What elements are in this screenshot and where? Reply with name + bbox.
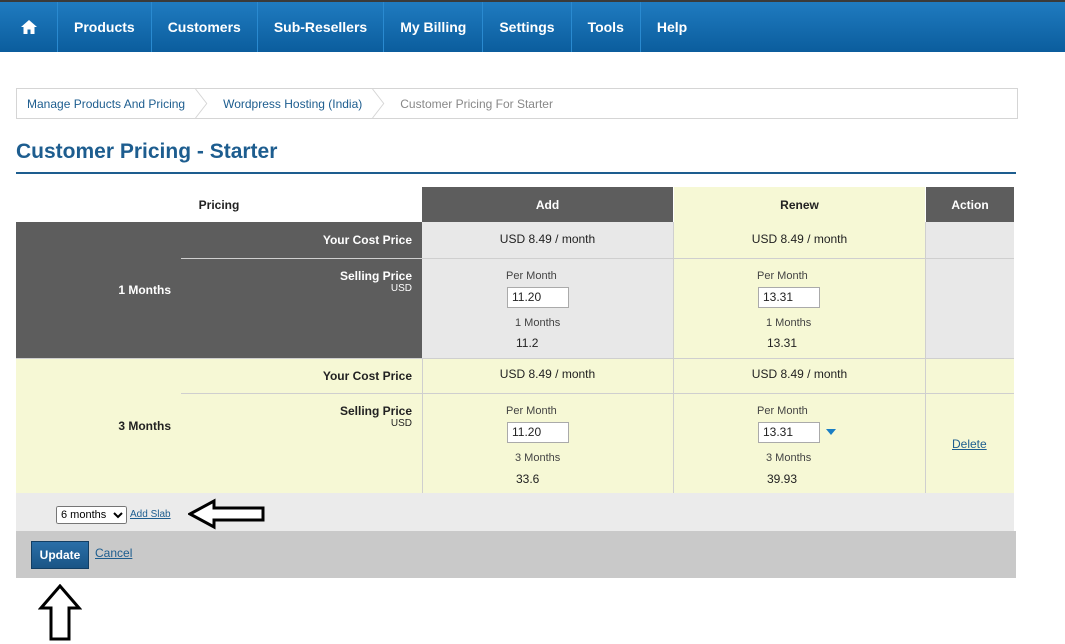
renew-price-field[interactable]: 13.31 (758, 422, 820, 443)
arrow-up-icon (38, 584, 82, 641)
period-label: 3 Months (118, 418, 171, 433)
row-divider (181, 393, 1014, 394)
header-add: Add (422, 187, 673, 222)
nav-products[interactable]: Products (58, 2, 152, 52)
renew-price-field[interactable]: 13.31 (758, 287, 820, 308)
row-divider (181, 258, 1014, 259)
form-actions: Update Cancel (16, 531, 1016, 578)
breadcrumb-separator-icon (195, 89, 208, 118)
renew-price-input[interactable]: 13.31 (758, 422, 820, 443)
breadcrumb: Manage Products And Pricing Wordpress Ho… (16, 88, 1018, 119)
header-pricing: Pricing (198, 197, 240, 212)
add-cost-price: USD 8.49 / month (499, 367, 596, 381)
add-total: 11.2 (516, 336, 539, 350)
cost-price-label: Your Cost Price (322, 369, 412, 383)
breadcrumb-current: Customer Pricing For Starter (400, 96, 553, 111)
nav-settings[interactable]: Settings (483, 2, 572, 52)
renew-cost-price: USD 8.49 / month (751, 367, 848, 381)
add-duration-label: 3 Months (515, 452, 561, 464)
period-label: 1 Months (118, 283, 171, 297)
column-divider (925, 222, 926, 358)
breadcrumb-item[interactable]: Wordpress Hosting (India) (213, 89, 362, 118)
add-duration-label: 1 Months (515, 317, 561, 329)
cancel-link[interactable]: Cancel (95, 546, 132, 560)
nav-home[interactable] (0, 2, 58, 52)
selling-price-text: Selling Price (339, 269, 412, 283)
renew-per-month-label: Per Month (757, 270, 808, 282)
cost-price-label: Your Cost Price (322, 233, 412, 247)
renew-duration-label: 3 Months (766, 452, 812, 464)
renew-total: 39.93 (767, 472, 798, 486)
breadcrumb-item[interactable]: Manage Products And Pricing (17, 89, 185, 118)
add-per-month-label: Per Month (506, 270, 557, 282)
add-total: 33.6 (516, 472, 540, 486)
page-title: Customer Pricing - Starter (16, 140, 278, 163)
nav-my-billing[interactable]: My Billing (384, 2, 484, 52)
add-per-month-label: Per Month (506, 405, 557, 417)
caret-down-icon[interactable] (826, 429, 836, 436)
slab-select[interactable]: 6 months (56, 506, 127, 524)
header-renew: Renew (674, 187, 925, 222)
add-price-input[interactable]: 11.20 (507, 287, 569, 308)
top-nav: Products Customers Sub-Resellers My Bill… (0, 0, 1065, 52)
breadcrumb-link-wordpress[interactable]: Wordpress Hosting (India) (223, 97, 362, 111)
slab-bar: 6 months Add Slab (16, 493, 1014, 531)
renew-total: 13.31 (767, 336, 798, 350)
selling-price-text: Selling Price (339, 404, 412, 418)
page: Products Customers Sub-Resellers My Bill… (0, 0, 1065, 644)
selling-price-label: Selling Price USD (181, 269, 422, 294)
nav-customers[interactable]: Customers (152, 2, 258, 52)
selling-price-label: Selling Price USD (181, 404, 422, 429)
header-action: Action (926, 187, 1014, 222)
table-row: 3 Months Your Cost Price Selling Price U… (16, 358, 1014, 493)
breadcrumb-separator-icon (372, 89, 385, 118)
renew-price-input[interactable]: 13.31 (758, 287, 820, 308)
nav-help[interactable]: Help (641, 2, 703, 52)
add-price-field[interactable]: 11.20 (507, 422, 569, 443)
currency-label: USD (390, 418, 412, 429)
arrow-left-icon (188, 498, 265, 530)
delete-slab-link[interactable]: Delete (952, 437, 987, 451)
nav-sub-resellers[interactable]: Sub-Resellers (258, 2, 385, 52)
nav-tools[interactable]: Tools (572, 2, 641, 52)
renew-duration-label: 1 Months (766, 317, 812, 329)
add-price-field[interactable]: 11.20 (507, 287, 569, 308)
action-cell-bg (926, 222, 1014, 358)
add-price-input[interactable]: 11.20 (507, 422, 569, 443)
breadcrumb-link-products[interactable]: Manage Products And Pricing (27, 97, 185, 111)
add-cost-price: USD 8.49 / month (499, 232, 596, 246)
renew-cost-price: USD 8.49 / month (751, 232, 848, 246)
table-header: Pricing Add Renew Action (16, 187, 1014, 222)
title-divider (16, 172, 1016, 174)
update-button[interactable]: Update (31, 541, 89, 569)
home-icon (20, 20, 37, 34)
add-slab-link[interactable]: Add Slab (130, 509, 171, 520)
column-divider (925, 358, 926, 493)
table-row: 1 Months Your Cost Price Selling Price U… (16, 222, 1014, 358)
renew-per-month-label: Per Month (757, 405, 808, 417)
currency-label: USD (390, 283, 412, 294)
